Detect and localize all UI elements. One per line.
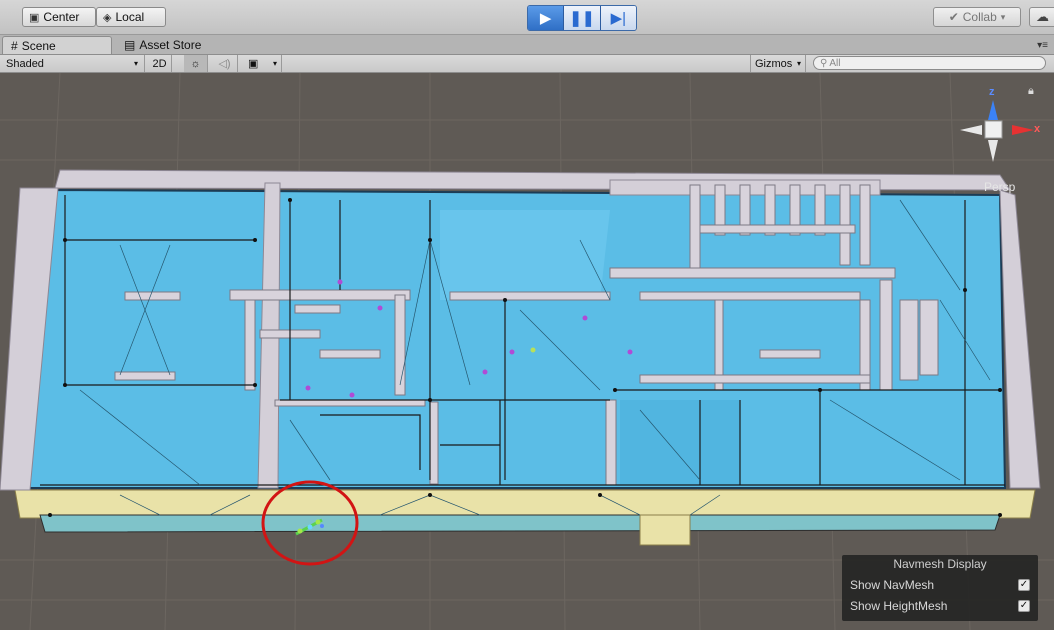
lighting-toggle[interactable]: ☼ bbox=[184, 55, 208, 72]
scene-toolbar: Shaded ▾ 2D ☼ ◁) ▣ ▾ Gizmos ▾ ⚲ All bbox=[0, 55, 1054, 73]
show-navmesh-label: Show NavMesh bbox=[850, 578, 935, 592]
pivot-center-button[interactable]: ▣ Center bbox=[22, 7, 96, 27]
grid-icon: # bbox=[11, 38, 18, 53]
tab-bar: # Scene ▤ Asset Store ▾≡ bbox=[0, 35, 1054, 55]
play-controls: ▶ ❚❚ ▶| bbox=[527, 5, 637, 31]
toggle-2d-button[interactable]: 2D bbox=[148, 55, 172, 72]
gizmo-z-label: z bbox=[989, 86, 995, 98]
tab-scene[interactable]: # Scene bbox=[2, 36, 112, 54]
pause-icon: ❚❚ bbox=[569, 10, 595, 27]
scene-search-input[interactable]: ⚲ All bbox=[813, 56, 1046, 70]
tab-menu-icon[interactable]: ▾≡ bbox=[1037, 40, 1048, 51]
play-icon: ▶ bbox=[539, 10, 552, 27]
local-cube-icon: ◈ bbox=[103, 11, 112, 24]
chevron-down-icon: ▾ bbox=[272, 59, 277, 68]
gizmo-x-label: x bbox=[1034, 123, 1041, 135]
chevron-down-icon: ▾ bbox=[796, 59, 801, 68]
shading-mode-label: Shaded bbox=[6, 57, 44, 70]
rotation-local-button[interactable]: ◈ Local bbox=[96, 7, 166, 27]
bag-icon: ▤ bbox=[124, 38, 136, 52]
play-button[interactable]: ▶ bbox=[528, 6, 565, 30]
rotation-label: Local bbox=[115, 10, 145, 24]
collab-button[interactable]: ✔ Collab ▾ bbox=[933, 7, 1021, 27]
pivot-label: Center bbox=[43, 10, 80, 24]
tab-asset-store[interactable]: ▤ Asset Store bbox=[116, 36, 226, 54]
effects-dropdown[interactable]: ▣ ▾ bbox=[244, 55, 282, 72]
step-icon: ▶| bbox=[610, 10, 627, 27]
sun-icon: ☼ bbox=[190, 57, 201, 70]
navmesh-display-panel: Navmesh Display Show NavMesh ✓ Show Heig… bbox=[842, 555, 1038, 621]
chevron-down-icon: ▾ bbox=[1000, 11, 1006, 22]
tab-asset-store-label: Asset Store bbox=[139, 38, 202, 52]
main-toolbar: ▣ Center ◈ Local ▶ ❚❚ ▶| ✔ Collab ▾ ☁ bbox=[0, 0, 1054, 35]
search-placeholder: All bbox=[829, 57, 841, 69]
show-heightmesh-label: Show HeightMesh bbox=[850, 599, 948, 613]
gizmos-label: Gizmos bbox=[755, 57, 793, 70]
step-button[interactable]: ▶| bbox=[600, 6, 636, 30]
toggle-2d-label: 2D bbox=[152, 57, 167, 70]
audio-toggle[interactable]: ◁) bbox=[212, 55, 238, 72]
scene-viewport[interactable]: z x bbox=[0, 73, 1054, 630]
projection-label[interactable]: Persp bbox=[984, 180, 1015, 194]
lock-icon[interactable]: 🔒︎ bbox=[1028, 85, 1034, 98]
speaker-icon: ◁) bbox=[218, 58, 231, 70]
orientation-gizmo[interactable] bbox=[960, 100, 1034, 162]
show-heightmesh-checkbox[interactable]: ✓ bbox=[1018, 600, 1030, 612]
tab-scene-label: Scene bbox=[21, 38, 56, 53]
show-heightmesh-row[interactable]: Show HeightMesh ✓ bbox=[850, 598, 1030, 614]
navmesh-display-title: Navmesh Display bbox=[893, 557, 987, 571]
pause-button[interactable]: ❚❚ bbox=[564, 6, 601, 30]
pivot-icon: ▣ bbox=[29, 11, 40, 24]
show-navmesh-row[interactable]: Show NavMesh ✓ bbox=[850, 577, 1030, 593]
image-icon: ▣ bbox=[248, 58, 259, 70]
scene-canvas bbox=[0, 73, 1054, 630]
show-navmesh-checkbox[interactable]: ✓ bbox=[1018, 579, 1030, 591]
search-icon: ⚲ bbox=[820, 57, 828, 69]
building-navmesh bbox=[20, 188, 1007, 489]
collab-label: Collab bbox=[962, 10, 997, 24]
chevron-down-icon: ▾ bbox=[133, 59, 138, 68]
cloud-button[interactable]: ☁ bbox=[1029, 7, 1054, 27]
cloud-icon: ☁ bbox=[1036, 9, 1049, 24]
check-icon: ✔ bbox=[948, 10, 959, 24]
shading-mode-dropdown[interactable]: Shaded ▾ bbox=[0, 55, 145, 72]
gizmos-dropdown[interactable]: Gizmos ▾ bbox=[750, 55, 806, 72]
